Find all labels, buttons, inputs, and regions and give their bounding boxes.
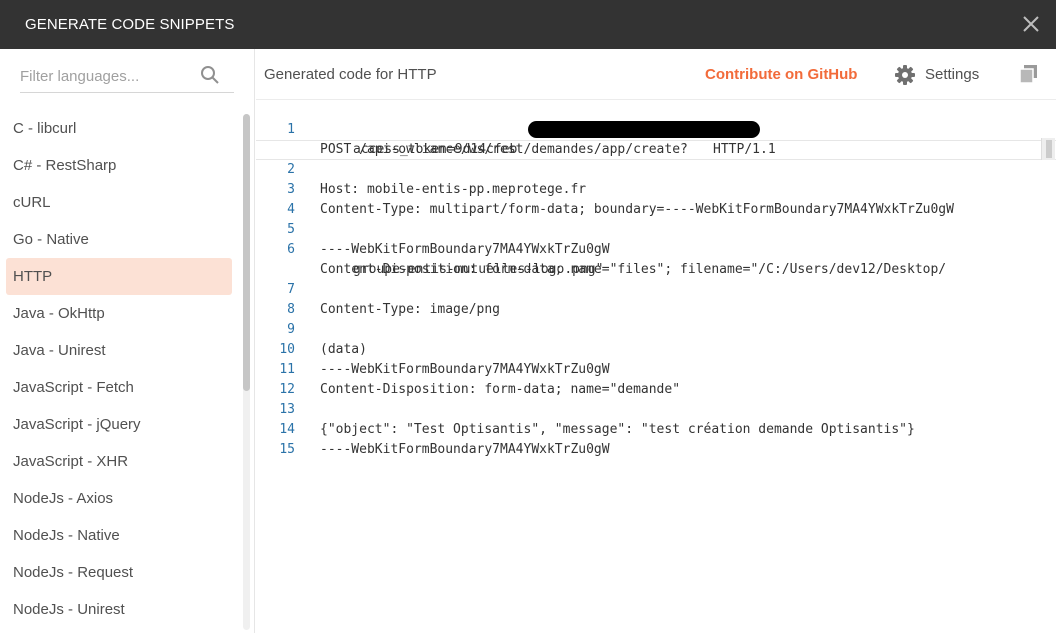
code-line: 4 [256, 180, 1056, 217]
code-line: 9 (data) [256, 300, 1056, 357]
filter-field [20, 61, 234, 93]
language-item[interactable]: JavaScript - jQuery [6, 406, 232, 443]
language-sidebar: C - libcurl C# - RestSharp cURL Go - Nat… [0, 49, 255, 633]
code-line: 3 Content-Type: multipart/form-data; bou… [256, 160, 1056, 217]
language-item[interactable]: C# - RestSharp [6, 147, 232, 184]
language-item[interactable]: NodeJs - Axios [6, 480, 232, 517]
search-icon[interactable] [200, 65, 220, 85]
language-item[interactable]: JavaScript - XHR [6, 443, 232, 480]
copy-icon[interactable] [1019, 64, 1039, 84]
close-icon[interactable] [1018, 11, 1044, 37]
code-line: 12 [256, 360, 1056, 397]
code-line: 1 POST /api-owliance/ws/rest/demandes/ap… [256, 100, 1056, 157]
language-item[interactable]: cURL [6, 184, 232, 221]
language-item[interactable]: NodeJs - Request [6, 554, 232, 591]
language-item[interactable]: JavaScript - Fetch [6, 369, 232, 406]
line-number: 15 [279, 442, 295, 457]
code-line: 7 Content-Type: image/png [256, 260, 1056, 317]
contribute-github-link[interactable]: Contribute on GitHub [705, 66, 857, 83]
code-line: 2 Host: mobile-entis-pp.meprotege.fr [256, 140, 1056, 197]
language-item[interactable]: Go - Native [6, 221, 232, 258]
code-line: 14 ----WebKitFormBoundary7MA4YWxkTrZu0gW [256, 400, 1056, 457]
language-item[interactable]: C - libcurl [6, 110, 232, 147]
code-text: ----WebKitFormBoundary7MA4YWxkTrZu0gW [320, 442, 610, 457]
code-editor[interactable]: 1 POST /api-owliance/ws/rest/demandes/ap… [256, 99, 1056, 633]
code-line: 5 ----WebKitFormBoundary7MA4YWxkTrZu0gW [256, 200, 1056, 257]
redaction-mark [528, 121, 760, 138]
language-list: C - libcurl C# - RestSharp cURL Go - Nat… [6, 110, 232, 628]
dialog-title: GENERATE CODE SNIPPETS [25, 16, 235, 33]
sidebar-scrollbar-thumb[interactable] [243, 114, 250, 391]
language-item[interactable]: Java - Unirest [6, 332, 232, 369]
code-line: 8 [256, 280, 1056, 317]
language-item[interactable]: NodeJs - Unirest [6, 591, 232, 628]
language-item-selected[interactable]: HTTP [6, 258, 232, 295]
settings-label: Settings [925, 66, 980, 83]
editor-scrollbar-thumb[interactable] [1046, 140, 1052, 158]
code-line: 11 Content-Disposition: form-data; name=… [256, 340, 1056, 397]
language-item[interactable]: NodeJs - Native [6, 517, 232, 554]
code-line: 13 {"object": "Test Optisantis", "messag… [256, 380, 1056, 437]
filter-languages-input[interactable] [20, 64, 195, 88]
code-line: 15 [256, 420, 1056, 457]
language-item[interactable]: Java - OkHttp [6, 295, 232, 332]
dialog-titlebar: GENERATE CODE SNIPPETS [0, 0, 1056, 49]
generated-code-title: Generated code for HTTP [264, 66, 437, 83]
code-line: 10 ----WebKitFormBoundary7MA4YWxkTrZu0gW [256, 320, 1056, 377]
code-line: 6 Content-Disposition: form-data; name="… [256, 220, 1056, 277]
code-panel-header: Generated code for HTTP Contribute on Gi… [255, 49, 1056, 99]
code-line-wrapped: groupe-entis-mutuelles-logo.png" [256, 240, 1056, 277]
gear-icon [895, 65, 915, 85]
